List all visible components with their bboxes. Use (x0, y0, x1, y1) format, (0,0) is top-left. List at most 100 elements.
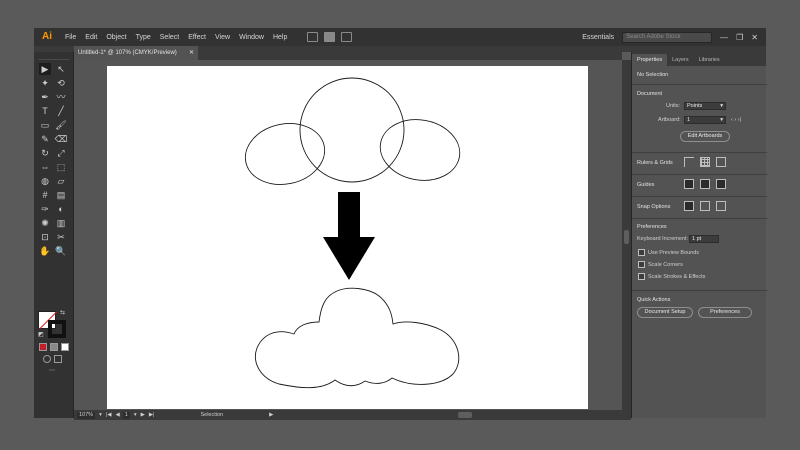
menu-select[interactable]: Select (160, 34, 179, 41)
canvas-area[interactable] (74, 60, 622, 410)
rectangle-tool-icon[interactable]: ▭ (39, 119, 51, 131)
artboard-dropdown-icon[interactable]: ▾ (134, 412, 137, 418)
workspace-switcher[interactable]: Essentials (582, 34, 614, 41)
menu-file[interactable]: File (65, 34, 76, 41)
next-artboard-icon[interactable]: ▶ (141, 412, 145, 418)
down-arrow-shape[interactable] (323, 192, 375, 280)
shaper-tool-icon[interactable]: ✎ (39, 133, 51, 145)
tab-libraries[interactable]: Libraries (694, 54, 725, 66)
left-ellipse[interactable] (240, 116, 331, 191)
blend-tool-icon[interactable]: ◐ (55, 203, 67, 215)
use-preview-bounds-checkbox[interactable] (638, 249, 645, 256)
gradient-mode-icon[interactable] (50, 343, 58, 351)
edit-artboards-button[interactable]: Edit Artboards (680, 131, 730, 142)
edit-toolbar-icon[interactable]: ⋯ (49, 368, 61, 375)
artboard[interactable] (107, 66, 588, 409)
grid-icon[interactable] (700, 157, 710, 167)
screen-mode-icon[interactable] (54, 355, 62, 363)
right-ellipse[interactable] (375, 114, 464, 187)
menu-object[interactable]: Object (106, 34, 126, 41)
curvature-tool-icon[interactable]: 〰 (55, 91, 67, 103)
perspective-grid-tool-icon[interactable]: ▱ (55, 175, 67, 187)
minimize-icon[interactable]: — (720, 33, 728, 42)
zoom-level-field[interactable]: 107% (77, 411, 96, 419)
none-mode-icon[interactable] (61, 343, 69, 351)
transparency-grid-icon[interactable] (716, 157, 726, 167)
mesh-tool-icon[interactable]: # (39, 189, 51, 201)
close-icon[interactable]: ✕ (751, 33, 758, 42)
shape-builder-tool-icon[interactable]: ◍ (39, 175, 51, 187)
bridge-icon[interactable] (307, 32, 319, 42)
artboard-select[interactable]: 1 ▾ (684, 116, 726, 124)
vertical-scrollbar[interactable] (622, 60, 631, 410)
menu-window[interactable]: Window (239, 34, 264, 41)
artboard-nav-icons[interactable]: ‹ › ›| (731, 117, 741, 123)
lock-guides-icon[interactable] (700, 179, 710, 189)
free-transform-tool-icon[interactable]: ⬚ (55, 161, 67, 173)
menu-view[interactable]: View (215, 34, 230, 41)
menu-effect[interactable]: Effect (188, 34, 206, 41)
restore-icon[interactable]: ❐ (736, 33, 743, 42)
artboard-number-field[interactable]: 1 (122, 411, 130, 419)
swap-fill-stroke-icon[interactable]: ⇆ (60, 310, 67, 317)
symbol-sprayer-tool-icon[interactable]: ✺ (39, 217, 51, 229)
stock-search-input[interactable]: Search Adobe Stock (622, 31, 713, 43)
arrange-documents-icon[interactable] (341, 32, 353, 42)
menu-type[interactable]: Type (136, 34, 151, 41)
rotate-tool-icon[interactable]: ↻ (39, 147, 51, 159)
document-section-title: Document (637, 91, 663, 97)
status-menu-icon[interactable]: ▶ (269, 412, 273, 418)
snap-to-pixel-icon[interactable] (700, 201, 710, 211)
eyedropper-tool-icon[interactable]: ✑ (39, 203, 51, 215)
document-tab[interactable]: Untitled-1* @ 107% (CMYK/Preview) ✕ (74, 46, 198, 60)
quick-actions-section: Quick Actions Document Setup Preferences (632, 290, 767, 330)
zoom-tool-icon[interactable]: 🔍 (55, 245, 67, 257)
horizontal-scroll-thumb[interactable] (458, 412, 472, 418)
magic-wand-tool-icon[interactable]: ✦ (39, 77, 51, 89)
width-tool-icon[interactable]: ⇔ (39, 161, 51, 173)
column-graph-tool-icon[interactable]: ▥ (55, 217, 67, 229)
snap-to-point-icon[interactable] (684, 201, 694, 211)
default-colors-icon[interactable]: ◩ (38, 332, 45, 339)
gradient-tool-icon[interactable]: ▤ (55, 189, 67, 201)
panel-grip[interactable] (38, 54, 69, 60)
snap-to-glyph-icon[interactable] (716, 201, 726, 211)
units-select[interactable]: Points ▾ (684, 102, 726, 110)
show-guides-icon[interactable] (684, 179, 694, 189)
stroke-color-swatch[interactable] (48, 320, 66, 338)
paintbrush-tool-icon[interactable]: 🖌 (55, 119, 67, 131)
direct-selection-tool-icon[interactable]: ↖ (55, 63, 67, 75)
prev-artboard-icon[interactable]: ◀ (116, 412, 120, 418)
smart-guides-icon[interactable] (716, 179, 726, 189)
artboard-tool-icon[interactable]: ⊡ (39, 231, 51, 243)
menu-edit[interactable]: Edit (85, 34, 97, 41)
hand-tool-icon[interactable]: ✋ (39, 245, 51, 257)
lasso-tool-icon[interactable]: ⟲ (55, 77, 67, 89)
line-tool-icon[interactable]: ╱ (55, 105, 67, 117)
eraser-tool-icon[interactable]: ⌫ (55, 133, 68, 145)
keyboard-increment-field[interactable]: 1 pt (689, 235, 719, 243)
first-artboard-icon[interactable]: |◀ (106, 412, 112, 418)
pen-tool-icon[interactable]: ✒ (39, 91, 51, 103)
preferences-button[interactable]: Preferences (698, 307, 752, 318)
tab-properties[interactable]: Properties (632, 54, 668, 66)
tab-layers[interactable]: Layers (667, 54, 694, 66)
type-tool-icon[interactable]: T (39, 105, 51, 117)
cloud-shape[interactable] (255, 287, 460, 389)
vertical-scroll-thumb[interactable] (624, 230, 629, 244)
selection-tool-icon[interactable]: ▶ (39, 63, 51, 75)
scale-corners-checkbox[interactable] (638, 261, 645, 268)
draw-mode-icon[interactable] (43, 355, 51, 363)
scale-strokes-effects-checkbox[interactable] (638, 273, 645, 280)
rulers-icon[interactable] (684, 157, 694, 167)
document-setup-button[interactable]: Document Setup (637, 307, 693, 318)
menu-help[interactable]: Help (273, 34, 287, 41)
close-tab-icon[interactable]: ✕ (189, 46, 194, 60)
last-artboard-icon[interactable]: ▶| (149, 412, 155, 418)
zoom-dropdown-icon[interactable]: ▾ (99, 412, 102, 418)
slice-tool-icon[interactable]: ✂ (55, 231, 67, 243)
stock-icon[interactable] (324, 32, 336, 42)
panel-tabs: Properties Layers Libraries (632, 52, 766, 66)
color-mode-icon[interactable] (39, 343, 47, 351)
scale-tool-icon[interactable]: ⤢ (55, 147, 67, 159)
